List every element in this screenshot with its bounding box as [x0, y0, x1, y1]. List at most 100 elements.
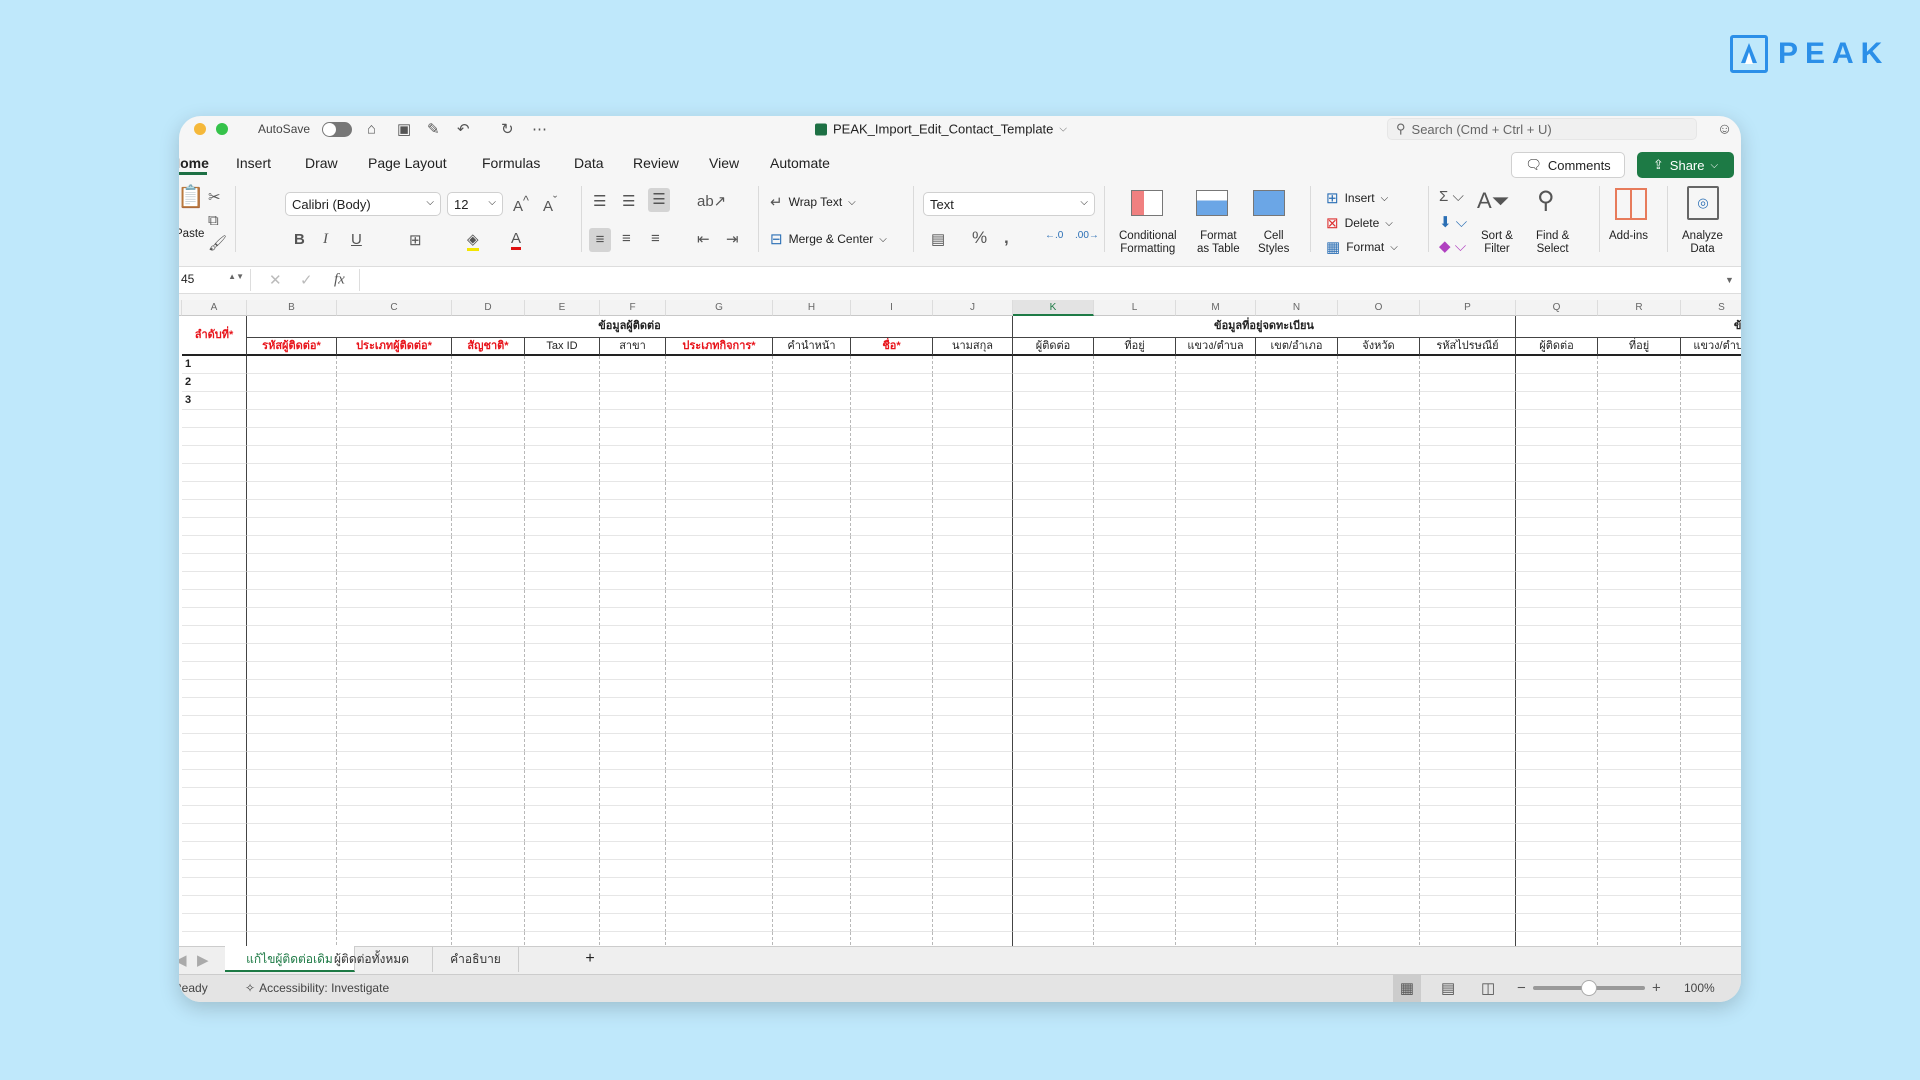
table-cell[interactable] — [773, 914, 851, 932]
table-cell[interactable] — [933, 536, 1013, 554]
table-cell[interactable] — [666, 392, 773, 410]
ribbon-tab-page-layout[interactable]: Page Layout — [368, 155, 447, 171]
column-header-b[interactable]: B — [247, 300, 337, 316]
column-header-q[interactable]: Q — [1516, 300, 1598, 316]
table-cell[interactable] — [666, 608, 773, 626]
minimize-button[interactable] — [194, 123, 206, 135]
table-cell[interactable] — [666, 824, 773, 842]
table-cell[interactable] — [1420, 896, 1516, 914]
table-cell[interactable] — [525, 824, 600, 842]
table-cell[interactable] — [337, 572, 452, 590]
table-cell[interactable] — [773, 842, 851, 860]
table-cell[interactable] — [851, 716, 933, 734]
table-cell[interactable] — [452, 572, 525, 590]
table-cell[interactable] — [247, 824, 337, 842]
table-cell[interactable] — [452, 914, 525, 932]
table-cell[interactable] — [1094, 410, 1176, 428]
accessibility-button[interactable]: ✧ Accessibility: Investigate — [245, 981, 389, 995]
table-cell[interactable] — [851, 554, 933, 572]
table-cell[interactable] — [933, 860, 1013, 878]
table-cell[interactable] — [1516, 518, 1598, 536]
cut-icon[interactable]: ✂ — [208, 188, 221, 206]
table-cell[interactable] — [1256, 554, 1338, 572]
analyze-data-icon[interactable]: ◎ — [1687, 186, 1719, 220]
table-cell[interactable] — [851, 518, 933, 536]
table-cell[interactable] — [1176, 554, 1256, 572]
table-cell[interactable] — [933, 572, 1013, 590]
save-as-icon[interactable]: ✎ — [427, 120, 440, 138]
table-cell[interactable] — [337, 824, 452, 842]
table-cell[interactable] — [1256, 878, 1338, 896]
table-cell[interactable] — [452, 428, 525, 446]
column-header-o[interactable]: O — [1338, 300, 1420, 316]
table-cell[interactable] — [1176, 590, 1256, 608]
table-cell[interactable] — [851, 752, 933, 770]
table-cell[interactable] — [337, 464, 452, 482]
column-header-h[interactable]: H — [773, 300, 851, 316]
table-cell[interactable] — [452, 536, 525, 554]
table-cell[interactable] — [851, 698, 933, 716]
table-cell[interactable] — [1094, 806, 1176, 824]
insert-cells-button[interactable]: ⊞ Insert ⌵ — [1326, 189, 1388, 207]
formula-input[interactable] — [359, 269, 1721, 291]
page-break-view-icon[interactable]: ◫ — [1481, 979, 1495, 997]
table-cell[interactable] — [1516, 662, 1598, 680]
column-header-c[interactable]: C — [337, 300, 452, 316]
table-cell[interactable] — [1094, 644, 1176, 662]
table-cell[interactable] — [1681, 644, 1741, 662]
table-cell[interactable] — [600, 878, 666, 896]
table-cell[interactable] — [851, 842, 933, 860]
table-cell[interactable] — [525, 770, 600, 788]
increase-font-icon[interactable]: A^ — [513, 194, 529, 215]
table-cell[interactable] — [525, 446, 600, 464]
table-cell[interactable] — [452, 392, 525, 410]
table-cell[interactable] — [525, 644, 600, 662]
table-cell[interactable] — [600, 518, 666, 536]
table-cell[interactable] — [1516, 824, 1598, 842]
table-cell[interactable] — [1420, 824, 1516, 842]
table-cell[interactable] — [1681, 374, 1741, 392]
table-cell[interactable] — [337, 518, 452, 536]
sheet-tab[interactable]: ผู้ติดต่อทั้งหมด — [311, 946, 433, 972]
column-header-d[interactable]: D — [452, 300, 525, 316]
align-left-icon[interactable]: ≡ — [589, 228, 611, 252]
ribbon-tab-home[interactable]: Home — [179, 155, 209, 171]
ribbon-tab-automate[interactable]: Automate — [770, 155, 830, 171]
paste-icon[interactable]: 📋 — [179, 184, 204, 210]
table-cell[interactable] — [1338, 464, 1420, 482]
table-cell[interactable] — [773, 698, 851, 716]
table-cell[interactable] — [525, 734, 600, 752]
zoom-out-icon[interactable]: − — [1517, 980, 1526, 997]
table-cell[interactable] — [182, 878, 247, 896]
table-cell[interactable] — [933, 842, 1013, 860]
table-cell[interactable] — [1176, 626, 1256, 644]
table-cell[interactable] — [525, 428, 600, 446]
column-header-g[interactable]: G — [666, 300, 773, 316]
table-cell[interactable] — [773, 644, 851, 662]
table-cell[interactable] — [452, 482, 525, 500]
table-cell[interactable] — [1420, 860, 1516, 878]
table-cell[interactable] — [247, 896, 337, 914]
table-cell[interactable] — [1176, 356, 1256, 374]
table-cell[interactable] — [666, 734, 773, 752]
table-cell[interactable] — [1420, 626, 1516, 644]
table-cell[interactable] — [1094, 914, 1176, 932]
table-cell[interactable] — [1094, 392, 1176, 410]
table-cell[interactable] — [247, 626, 337, 644]
table-cell[interactable] — [452, 356, 525, 374]
table-cell[interactable] — [1176, 392, 1256, 410]
table-cell[interactable] — [1598, 446, 1681, 464]
table-cell[interactable] — [182, 914, 247, 932]
table-cell[interactable] — [337, 896, 452, 914]
table-cell[interactable] — [1013, 734, 1094, 752]
search-input[interactable]: ⚲ Search (Cmd + Ctrl + U) — [1387, 118, 1697, 140]
table-cell[interactable] — [1338, 662, 1420, 680]
table-cell[interactable] — [1681, 878, 1741, 896]
table-cell[interactable] — [1338, 536, 1420, 554]
table-cell[interactable] — [1013, 464, 1094, 482]
table-cell[interactable] — [666, 356, 773, 374]
table-cell[interactable] — [182, 734, 247, 752]
table-cell[interactable] — [452, 626, 525, 644]
table-cell[interactable] — [525, 788, 600, 806]
table-cell[interactable] — [1598, 860, 1681, 878]
